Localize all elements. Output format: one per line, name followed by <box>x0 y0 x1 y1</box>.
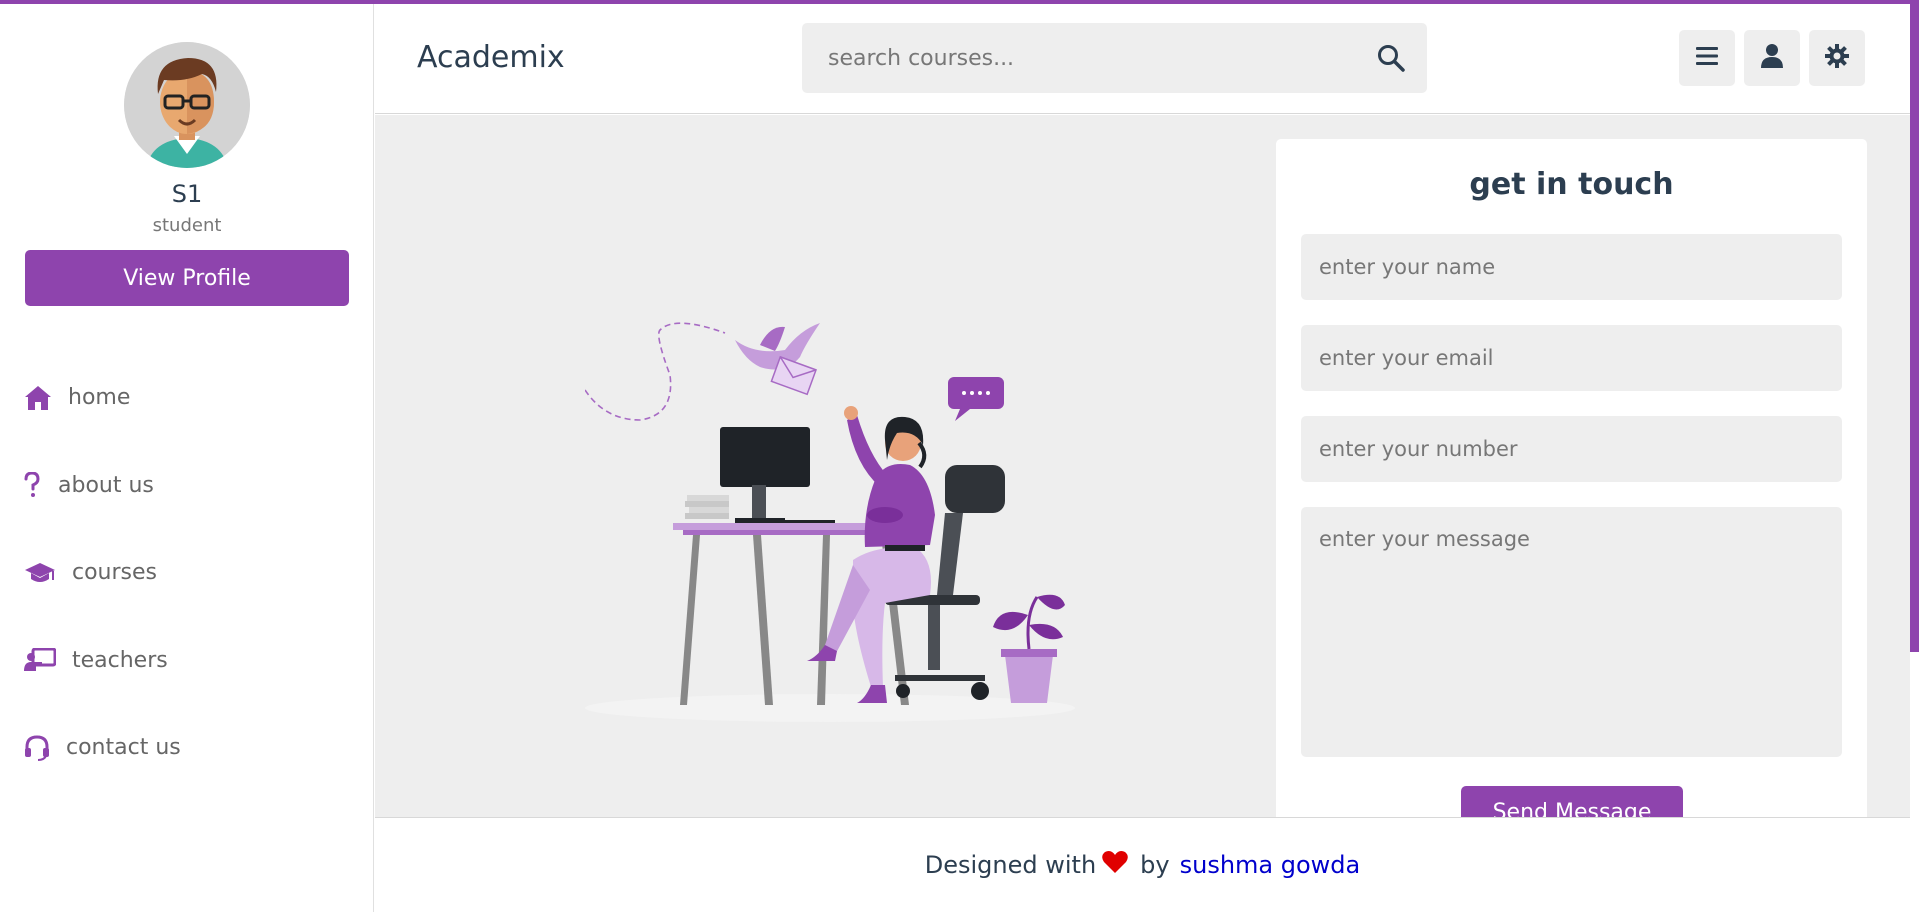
sidebar-item-about[interactable]: about us <box>0 442 374 530</box>
search-input[interactable] <box>802 23 1362 93</box>
header: Academix <box>375 4 1910 114</box>
message-field[interactable] <box>1301 507 1842 757</box>
scrollbar-thumb[interactable] <box>1910 4 1919 652</box>
avatar <box>124 42 250 168</box>
footer-prefix: Designed with <box>924 851 1097 879</box>
footer: Designed with by sushma gowda <box>375 817 1910 912</box>
footer-by: by <box>1140 851 1170 879</box>
author-link[interactable]: sushma gowda <box>1180 851 1361 879</box>
profile-name: S1 <box>171 180 203 208</box>
theme-toggle-button[interactable] <box>1809 30 1865 86</box>
question-icon <box>24 470 44 500</box>
graduation-cap-icon <box>24 558 58 588</box>
name-field[interactable] <box>1301 234 1842 300</box>
menu-icon <box>1696 46 1718 70</box>
view-profile-button[interactable]: View Profile <box>25 250 349 306</box>
sidebar-item-home[interactable]: home <box>0 354 374 442</box>
search-form <box>802 23 1427 93</box>
sidebar-item-label: home <box>68 385 131 411</box>
sidebar-item-courses[interactable]: courses <box>0 529 374 617</box>
sidebar: S1 student View Profile home about us co… <box>0 4 374 912</box>
app-logo[interactable]: Academix <box>417 40 565 75</box>
email-field[interactable] <box>1301 325 1842 391</box>
sidebar-item-label: teachers <box>72 647 168 673</box>
menu-button[interactable] <box>1679 30 1735 86</box>
headset-icon <box>24 733 52 763</box>
chalkboard-teacher-icon <box>24 645 58 675</box>
search-icon[interactable] <box>1377 44 1405 72</box>
sidebar-item-label: about us <box>58 472 154 498</box>
sidebar-nav: home about us courses teachers contact u… <box>0 354 374 792</box>
user-icon <box>1761 44 1783 72</box>
heart-icon <box>1102 850 1128 881</box>
sidebar-item-teachers[interactable]: teachers <box>0 617 374 705</box>
contact-section: get in touch Send Message <box>375 115 1910 842</box>
settings-icon <box>1825 44 1849 72</box>
sidebar-item-label: courses <box>72 560 158 586</box>
contact-title: get in touch <box>1469 167 1674 202</box>
number-field[interactable] <box>1301 416 1842 482</box>
sidebar-item-label: contact us <box>66 735 181 761</box>
contact-illustration <box>584 315 1085 725</box>
home-icon <box>24 383 54 413</box>
sidebar-item-contact[interactable]: contact us <box>0 704 374 792</box>
user-button[interactable] <box>1744 30 1800 86</box>
contact-form: get in touch Send Message <box>1276 139 1867 842</box>
profile-role: student <box>152 215 222 236</box>
